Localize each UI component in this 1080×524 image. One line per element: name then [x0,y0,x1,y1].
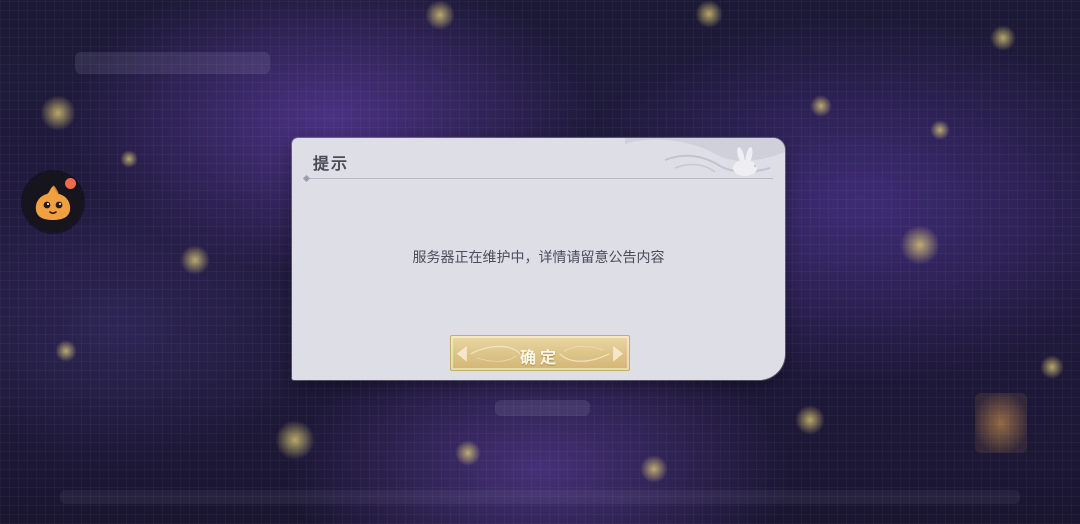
title-divider [304,178,773,179]
floating-assistant-button[interactable] [23,172,83,232]
dialog-message: 服务器正在维护中，详情请留意公告内容 [412,250,665,266]
confirm-button-label: 确定 [519,348,560,367]
rabbit-cloud-ornament-icon [625,138,785,176]
confirm-button[interactable]: 确定 [450,335,630,371]
notice-dialog: 提示 服务器正在维护中，详情请留意公告内容 确定 [292,138,785,380]
notification-dot-icon [64,177,77,190]
dialog-title: 提示 [313,154,350,173]
